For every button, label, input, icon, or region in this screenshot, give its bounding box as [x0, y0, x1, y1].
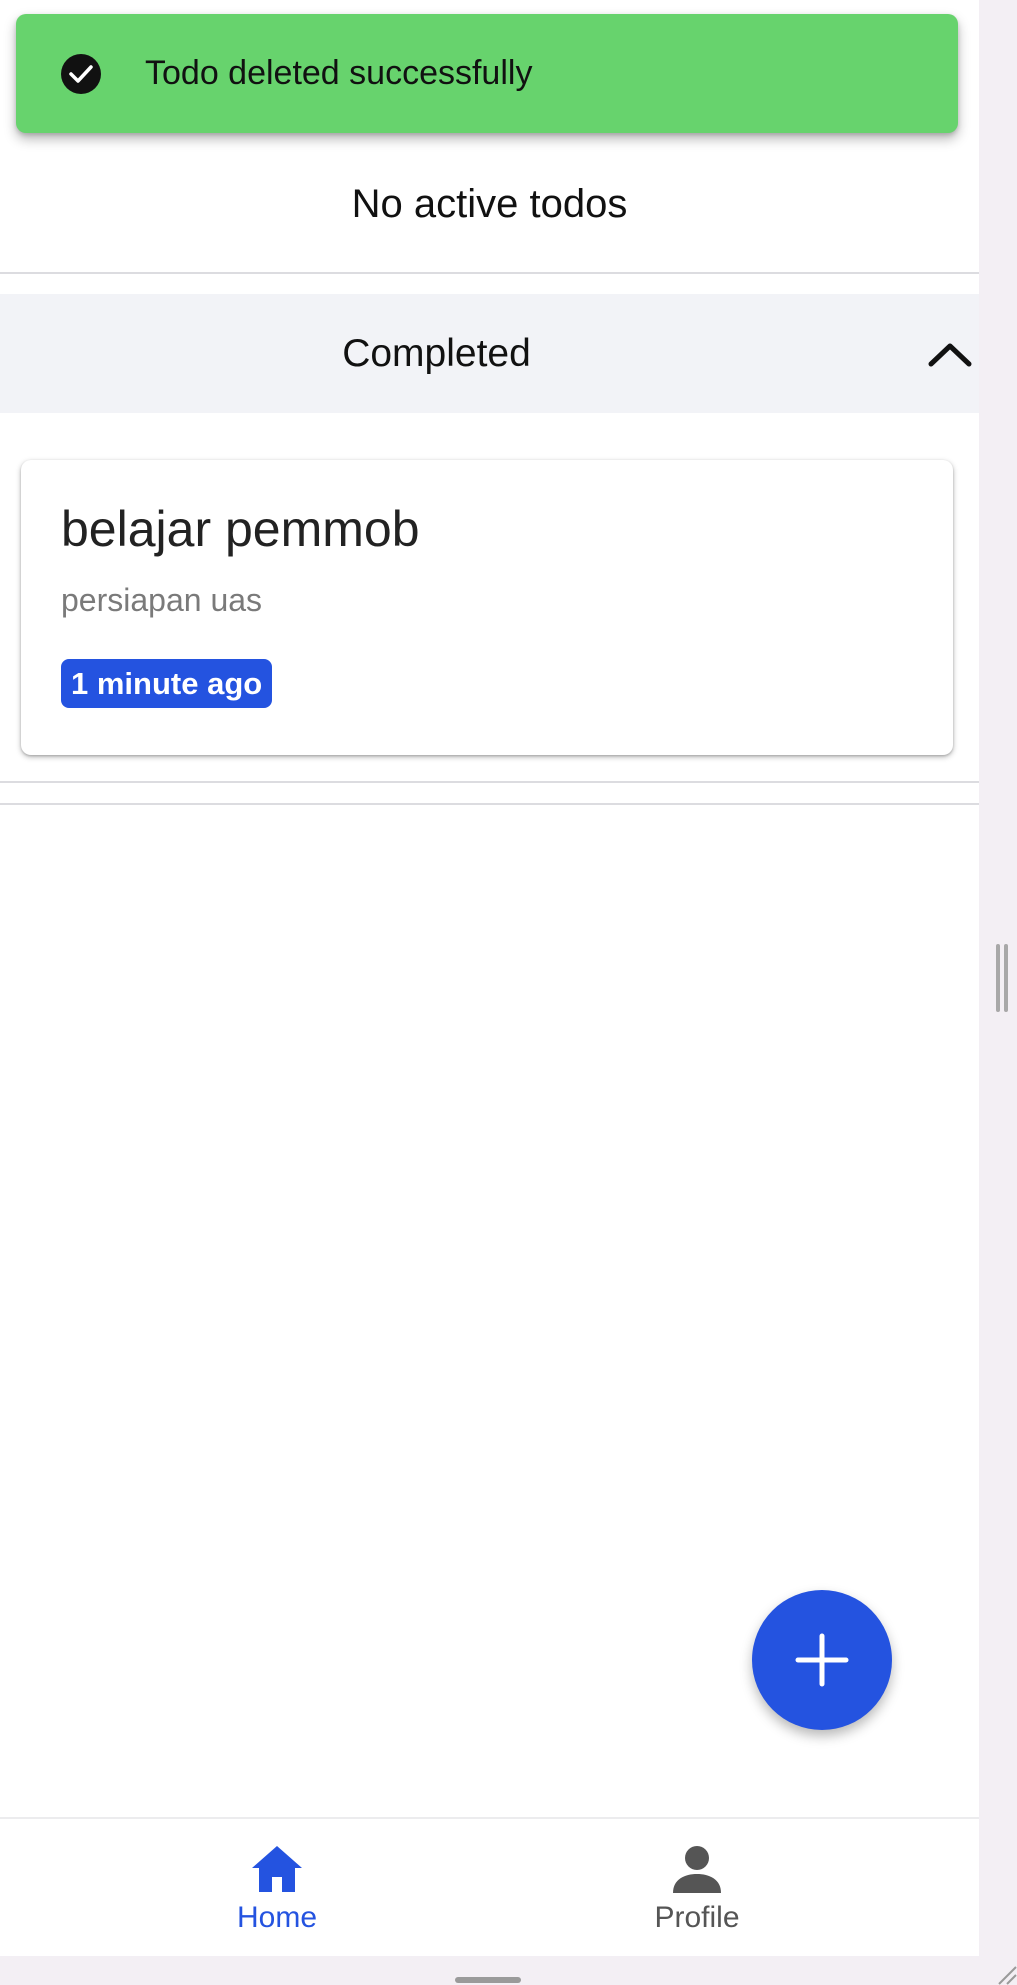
toast-message: Todo deleted successfully	[145, 54, 533, 92]
nav-label-home: Home	[236, 1901, 318, 1934]
nav-label-profile: Profile	[654, 1901, 740, 1934]
time-badge: 1 minute ago	[61, 659, 273, 708]
check-circle-icon	[61, 54, 101, 94]
nav-item-profile[interactable]: Profile	[547, 1819, 847, 1956]
resize-corner-icon[interactable]	[995, 1955, 1017, 1985]
app-screen: No active todos Completed belajar pemmob…	[0, 0, 979, 1956]
success-toast: Todo deleted successfully	[16, 14, 958, 133]
completed-section-header[interactable]: Completed	[0, 294, 979, 413]
resize-handle[interactable]	[995, 944, 1009, 1012]
empty-active-message: No active todos	[0, 135, 979, 273]
todo-description: persiapan uas	[61, 582, 263, 618]
empty-active-text: No active todos	[351, 181, 628, 226]
person-icon	[673, 1846, 721, 1893]
divider	[0, 803, 979, 805]
plus-icon	[795, 1633, 849, 1687]
todo-title: belajar pemmob	[61, 501, 420, 557]
home-icon	[252, 1846, 302, 1892]
add-todo-button[interactable]	[752, 1590, 892, 1730]
divider	[0, 272, 979, 274]
gesture-bar[interactable]	[455, 1977, 521, 1983]
todo-card[interactable]: belajar pemmob persiapan uas 1 minute ag…	[21, 460, 953, 755]
bottom-navigation: Home Profile	[0, 1817, 979, 1956]
completed-section-title: Completed	[342, 331, 531, 375]
nav-item-home[interactable]: Home	[127, 1819, 427, 1956]
divider	[0, 781, 979, 783]
chevron-up-icon[interactable]	[922, 331, 978, 376]
